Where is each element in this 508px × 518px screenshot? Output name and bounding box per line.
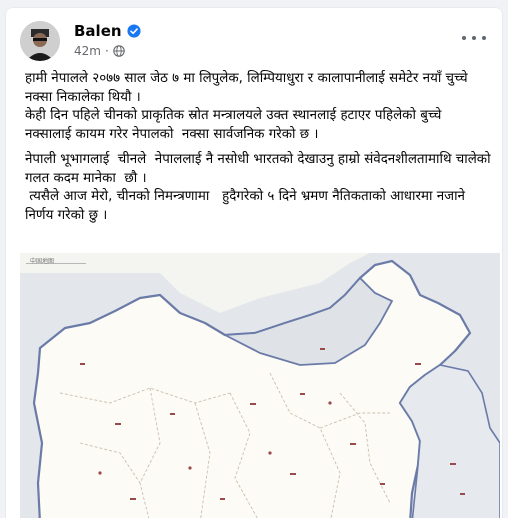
author-row: Balen (74, 21, 141, 41)
map-title-label: 中国地图 (30, 258, 55, 265)
post-timestamp[interactable]: 42m (74, 44, 101, 58)
post-paragraph-4: त्यसैले आज मेरो, चीनको निमन्त्रणामा हुदै… (25, 189, 470, 223)
verified-badge-icon (127, 24, 141, 38)
meta-separator: · (104, 44, 109, 58)
more-options-icon[interactable] (462, 30, 486, 46)
china-map-graphic (20, 253, 500, 518)
post-header: Balen 42m · (6, 8, 502, 68)
post-meta: 42m · (74, 43, 125, 59)
post-image-map[interactable]: 中国地图 (20, 253, 500, 518)
post-paragraph-2: केही दिन पहिले चीनको प्राकृतिक स्रोत मन्… (25, 108, 446, 142)
author-name[interactable]: Balen (74, 22, 122, 40)
post-paragraph-3: नेपाली भूभागलाई चीनले नेपाललाई नै नसोधी … (25, 152, 495, 186)
post-paragraph-1: हामी नेपालले २०७७ साल जेठ ७ मा लिपुलेक, … (25, 71, 472, 105)
post-card: Balen 42m · हामी नेपालले २०७७ साल जेठ ७ … (6, 8, 502, 518)
avatar[interactable] (20, 21, 60, 61)
globe-icon (113, 45, 125, 57)
post-body: हामी नेपालले २०७७ साल जेठ ७ मा लिपुलेक, … (25, 70, 491, 225)
